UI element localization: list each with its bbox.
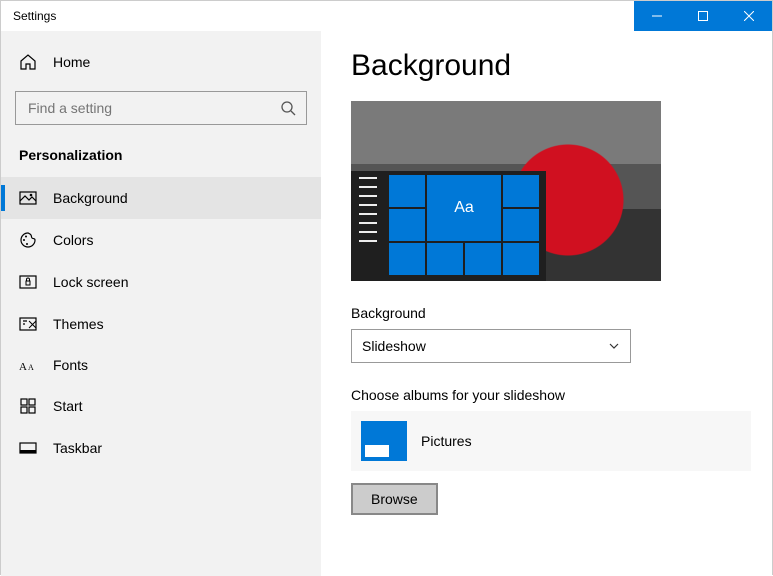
- nav-item-label: Taskbar: [53, 440, 102, 456]
- background-dropdown-label: Background: [351, 305, 742, 321]
- search-icon: [280, 100, 296, 116]
- preview-tile-text: Aa: [427, 175, 501, 241]
- picture-icon: [19, 189, 37, 207]
- browse-button[interactable]: Browse: [351, 483, 438, 515]
- taskbar-icon: [19, 439, 37, 457]
- preview-start-menu: Aa: [351, 171, 546, 281]
- sidebar: Home Personalization Background Colors: [1, 31, 321, 576]
- home-label: Home: [53, 54, 90, 70]
- nav-item-label: Fonts: [53, 357, 88, 373]
- lock-frame-icon: [19, 273, 37, 291]
- search-box[interactable]: [15, 91, 307, 125]
- nav-item-label: Background: [53, 190, 128, 206]
- search-input[interactable]: [26, 99, 280, 117]
- svg-text:A: A: [28, 363, 34, 372]
- nav-item-label: Colors: [53, 232, 93, 248]
- window-controls: [634, 1, 772, 31]
- nav-item-background[interactable]: Background: [1, 177, 321, 219]
- nav-item-fonts[interactable]: AA Fonts: [1, 345, 321, 385]
- maximize-button[interactable]: [680, 1, 726, 31]
- nav-item-label: Lock screen: [53, 274, 128, 290]
- chevron-down-icon: [608, 340, 620, 352]
- nav-item-lock-screen[interactable]: Lock screen: [1, 261, 321, 303]
- window-title: Settings: [1, 9, 56, 23]
- minimize-button[interactable]: [634, 1, 680, 31]
- nav-item-label: Themes: [53, 316, 104, 332]
- home-icon: [19, 53, 37, 71]
- palette-icon: [19, 231, 37, 249]
- desktop-preview: Aa: [351, 101, 661, 281]
- page-heading: Background: [351, 49, 742, 83]
- category-heading: Personalization: [1, 141, 321, 177]
- start-icon: [19, 397, 37, 415]
- nav-item-label: Start: [53, 398, 83, 414]
- nav-item-colors[interactable]: Colors: [1, 219, 321, 261]
- folder-icon: [361, 421, 407, 461]
- content-pane: Background Aa Background Slideshow: [321, 31, 772, 576]
- fonts-icon: AA: [19, 357, 37, 373]
- albums-label: Choose albums for your slideshow: [351, 387, 742, 403]
- background-dropdown-value: Slideshow: [362, 338, 426, 354]
- nav-item-start[interactable]: Start: [1, 385, 321, 427]
- nav-item-themes[interactable]: Themes: [1, 303, 321, 345]
- svg-text:A: A: [19, 361, 27, 373]
- themes-icon: [19, 315, 37, 333]
- nav-item-taskbar[interactable]: Taskbar: [1, 427, 321, 469]
- album-item[interactable]: Pictures: [351, 411, 751, 471]
- home-nav[interactable]: Home: [1, 43, 321, 81]
- album-name: Pictures: [421, 433, 472, 449]
- background-dropdown[interactable]: Slideshow: [351, 329, 631, 363]
- titlebar: Settings: [1, 1, 772, 31]
- close-button[interactable]: [726, 1, 772, 31]
- browse-button-label: Browse: [371, 491, 418, 507]
